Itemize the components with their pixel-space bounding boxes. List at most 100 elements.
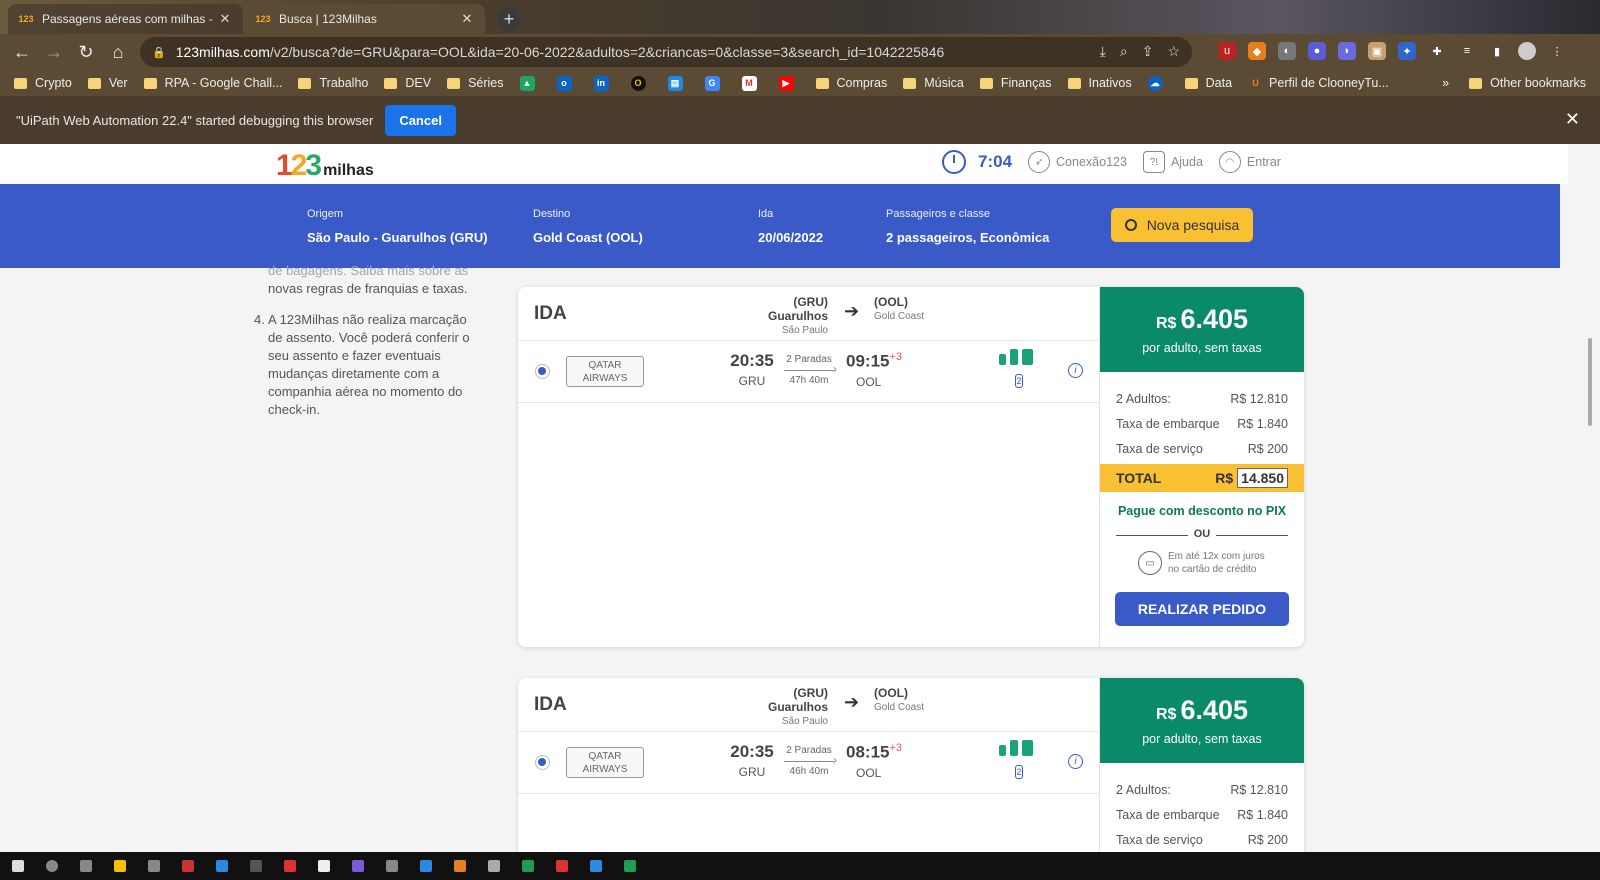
close-tab-icon[interactable]: ✕ xyxy=(217,11,233,27)
bookmark-folder[interactable]: Inativos xyxy=(1067,76,1132,90)
nova-pesquisa-button[interactable]: Nova pesquisa xyxy=(1111,208,1253,242)
close-infobar-icon[interactable]: ✕ xyxy=(1565,109,1580,130)
search-icon xyxy=(1124,219,1137,231)
extension-icon[interactable]: ● xyxy=(1308,42,1326,60)
bookmark-folder[interactable]: Séries xyxy=(447,76,504,90)
taskbar-app-icon[interactable] xyxy=(250,860,262,872)
zoom-icon[interactable]: ⌕ xyxy=(1120,43,1128,60)
session-timer: 7:04 xyxy=(978,152,1013,171)
home-icon[interactable]: ⌂ xyxy=(102,36,134,68)
install-icon[interactable]: ⤓ xyxy=(1100,43,1106,60)
bookmark-drive[interactable]: ▲ xyxy=(519,75,541,91)
taskbar-app-icon[interactable] xyxy=(386,860,398,872)
stops-info: 2 Paradas 46h 40m xyxy=(784,745,837,777)
file-explorer-icon[interactable] xyxy=(114,860,126,872)
share-icon[interactable]: ⇪ xyxy=(1142,43,1154,60)
address-bar[interactable]: 🔒 123milhas.com /v2/busca?de=GRU&para=OO… xyxy=(140,37,1192,67)
task-view-icon[interactable] xyxy=(80,860,92,872)
total-value: 14.850 xyxy=(1237,468,1288,488)
taskbar-app-icon[interactable] xyxy=(624,860,636,872)
pix-discount-link[interactable]: Pague com desconto no PIX xyxy=(1100,504,1304,518)
airline-logo: QATAR AIRWAYS xyxy=(566,356,644,387)
taskbar-app-icon[interactable] xyxy=(590,860,602,872)
flight-select-radio[interactable] xyxy=(535,755,550,770)
info-icon[interactable]: i xyxy=(1068,754,1083,769)
metamask-extension-icon[interactable]: ◆ xyxy=(1248,42,1266,60)
taskbar-app-icon[interactable] xyxy=(182,860,194,872)
extension-icons: u ◆ ◐ ● ◗ ▣ ✦ ✚ ≡ ▮ ⋮ xyxy=(1218,42,1566,60)
folder-icon xyxy=(298,77,312,89)
forward-icon[interactable]: → xyxy=(38,36,70,68)
bookmark-profile[interactable]: U Perfil de ClooneyTu... xyxy=(1248,76,1388,91)
bookmark-folder[interactable]: DEV xyxy=(384,76,431,90)
search-icon[interactable] xyxy=(46,860,58,872)
taskbar-app-icon[interactable] xyxy=(318,860,330,872)
taskbar-app-icon[interactable] xyxy=(454,860,466,872)
close-tab-icon[interactable]: ✕ xyxy=(459,11,475,27)
realizar-pedido-button[interactable]: REALIZAR PEDIDO xyxy=(1115,592,1289,626)
bookmark-o[interactable]: O xyxy=(630,75,652,91)
ida-field: Ida 20/06/2022 xyxy=(758,208,824,245)
bookmark-trello[interactable]: ▤ xyxy=(667,75,689,91)
taskbar-app-icon[interactable] xyxy=(420,860,432,872)
cancel-debug-button[interactable]: Cancel xyxy=(385,104,456,136)
conexao123-link[interactable]: Conexão123 xyxy=(1056,155,1127,169)
profile-avatar-icon[interactable] xyxy=(1518,42,1536,60)
side-panel-icon[interactable]: ▮ xyxy=(1488,42,1506,60)
price-panel: R$ 6.405 por adulto, sem taxas 2 Adultos:… xyxy=(1099,678,1304,858)
bookmark-folder[interactable]: Finanças xyxy=(979,76,1052,90)
new-tab-button[interactable]: + xyxy=(497,7,521,31)
total-row: TOTAL R$ 14.850 xyxy=(1100,464,1304,492)
browser-tab-strip: 123 Passagens aéreas com milhas - ✕ 123 … xyxy=(0,0,1600,34)
bookmark-linkedin[interactable]: in xyxy=(593,75,615,91)
page-scrollbar[interactable] xyxy=(1588,338,1592,426)
reading-list-icon[interactable]: ≡ xyxy=(1458,42,1476,60)
more-bookmarks-chevron-icon[interactable]: » xyxy=(1442,76,1449,90)
flight-option-row[interactable]: QATAR AIRWAYS 20:35 GRU 2 Paradas 46h 40… xyxy=(518,732,1099,794)
taskbar-app-icon[interactable] xyxy=(148,860,160,872)
extension-icon[interactable]: ◐ xyxy=(1278,42,1296,60)
taskbar-app-icon[interactable] xyxy=(556,860,568,872)
windows-start-icon[interactable] xyxy=(12,860,24,872)
back-icon[interactable]: ← xyxy=(6,36,38,68)
flight-select-radio[interactable] xyxy=(535,364,550,379)
bookmark-folder[interactable]: RPA - Google Chall... xyxy=(143,76,282,90)
taskbar-app-icon[interactable] xyxy=(522,860,534,872)
bookmark-onedrive[interactable]: ☁ xyxy=(1147,75,1169,91)
tab-busca[interactable]: 123 Busca | 123Milhas ✕ xyxy=(245,4,485,34)
stops-line-icon xyxy=(784,753,837,767)
carry-on-icon xyxy=(1010,740,1018,756)
bookmark-folder[interactable]: Trabalho xyxy=(298,76,368,90)
taskbar-app-icon[interactable] xyxy=(216,860,228,872)
taskbar-app-icon[interactable] xyxy=(488,860,500,872)
bookmark-gmail[interactable]: M xyxy=(741,75,763,91)
reload-icon[interactable]: ↻ xyxy=(70,36,102,68)
bookmark-folder[interactable]: Crypto xyxy=(14,76,72,90)
bookmark-folder[interactable]: Compras xyxy=(815,76,887,90)
site-logo[interactable]: 1 2 3 milhas xyxy=(276,149,374,183)
other-bookmarks-folder[interactable]: Other bookmarks xyxy=(1469,76,1586,90)
info-icon[interactable]: i xyxy=(1068,363,1083,378)
tab-passagens[interactable]: 123 Passagens aéreas com milhas - ✕ xyxy=(8,4,243,34)
bookmark-outlook[interactable]: o xyxy=(556,75,578,91)
seat-info-text: A 123Milhas não realiza marcação de asse… xyxy=(268,312,470,417)
bookmark-translate[interactable]: G xyxy=(704,75,726,91)
ajuda-link[interactable]: Ajuda xyxy=(1171,155,1203,169)
entrar-link[interactable]: Entrar xyxy=(1247,155,1281,169)
extension-icon[interactable]: ✦ xyxy=(1398,42,1416,60)
flight-option-row[interactable]: QATAR AIRWAYS 20:35 GRU 2 Paradas 47h 40… xyxy=(518,341,1099,403)
menu-kebab-icon[interactable]: ⋮ xyxy=(1548,42,1566,60)
puzzle-extensions-icon[interactable]: ✚ xyxy=(1428,42,1446,60)
extension-icon[interactable]: ▣ xyxy=(1368,42,1386,60)
bookmark-folder[interactable]: Data xyxy=(1184,76,1232,90)
checked-bag-count: 2 xyxy=(1015,374,1023,388)
ublock-extension-icon[interactable]: u xyxy=(1218,42,1236,60)
taskbar-app-icon[interactable] xyxy=(352,860,364,872)
bookmark-youtube[interactable]: ▶ xyxy=(778,75,800,91)
taskbar-app-icon[interactable] xyxy=(284,860,296,872)
bookmark-star-icon[interactable]: ☆ xyxy=(1167,43,1180,60)
extension-icon[interactable]: ◗ xyxy=(1338,42,1356,60)
bookmark-folder[interactable]: Música xyxy=(903,76,964,90)
bookmark-folder[interactable]: Ver xyxy=(87,76,128,90)
debug-infobar: "UiPath Web Automation 22.4" started deb… xyxy=(0,96,1600,144)
